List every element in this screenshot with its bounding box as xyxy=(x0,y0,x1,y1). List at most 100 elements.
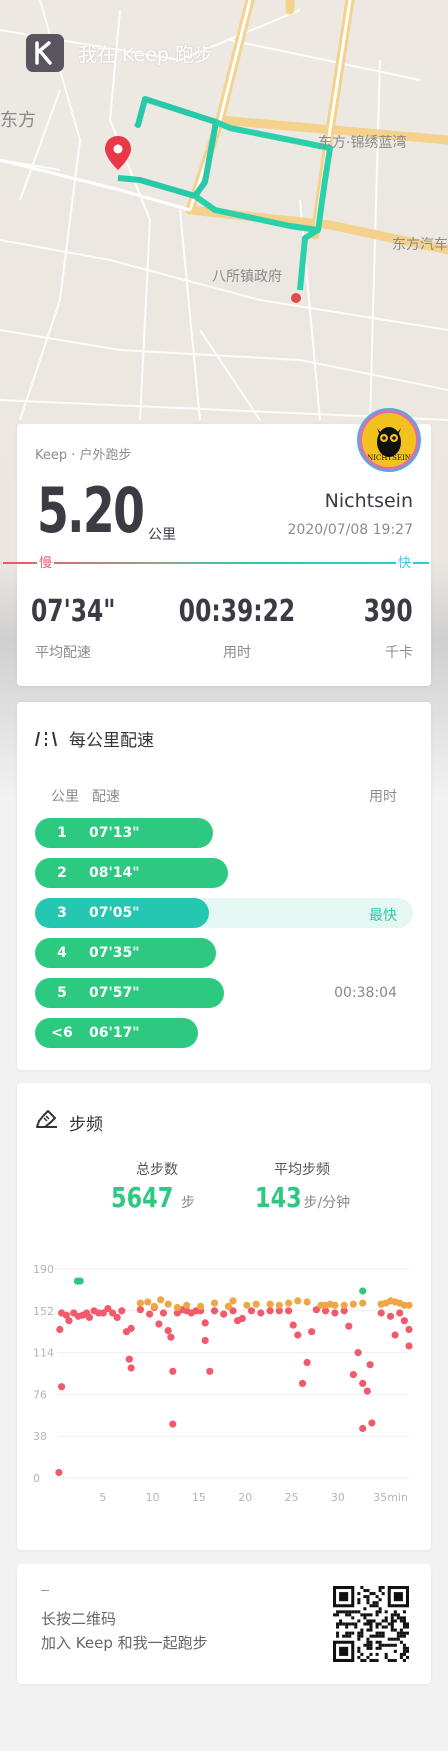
distance-value: 5.20 xyxy=(37,474,145,547)
brand-title: 我在 Keep 跑步 xyxy=(78,43,214,66)
cadence-point xyxy=(65,1317,73,1325)
cadence-point xyxy=(275,1301,283,1309)
total-steps-value: 5647 xyxy=(111,1181,174,1214)
cadence-point xyxy=(359,1299,367,1307)
pace-row[interactable]: 3 07'05" xyxy=(35,898,209,928)
cadence-point xyxy=(405,1325,413,1334)
cadence-point xyxy=(368,1419,376,1427)
cadence-point xyxy=(289,1321,297,1329)
avatar-text: NICHTSEIN xyxy=(367,454,411,462)
cadence-point xyxy=(210,1299,219,1307)
avatar[interactable]: NICHTSEIN xyxy=(359,410,419,470)
avg-pace-value: 07'34" xyxy=(31,594,116,629)
activity-type: Keep · 户外跑步 xyxy=(35,448,132,463)
pace-row-km: 1 xyxy=(57,825,67,841)
cadence-point xyxy=(169,1420,177,1428)
cadence-point xyxy=(396,1309,404,1317)
avg-cadence-unit: 步/分钟 xyxy=(303,1195,351,1211)
pace-per-km-card: 每公里配速 公里 配速 用时 1 07'13" 2 08'14" 3 07'05" 最快 4 0… xyxy=(17,702,431,1070)
cadence-point xyxy=(157,1296,165,1304)
cadence-point xyxy=(405,1342,413,1350)
total-steps-label: 总步数 xyxy=(136,1162,178,1178)
cadence-point xyxy=(76,1277,84,1285)
cadence-point xyxy=(206,1367,214,1375)
cadence-point xyxy=(113,1313,121,1321)
cadence-scatter-chart: 190 152 114 76 38 0 5 10 15 20 25 30 35min xyxy=(33,1263,413,1504)
cadence-point xyxy=(118,1307,126,1315)
cadence-point xyxy=(146,1310,154,1318)
col-km-header: 公里 xyxy=(51,789,79,805)
pace-row-value: 07'57" xyxy=(89,985,140,1001)
x-tick-label: 25 xyxy=(285,1491,299,1504)
pace-row-km: 3 xyxy=(57,905,67,921)
fast-label: 快 xyxy=(395,552,413,571)
cadence-point xyxy=(331,1301,339,1309)
cadence-point xyxy=(201,1319,209,1327)
pace-row-km: 4 xyxy=(57,945,67,961)
cadence-point xyxy=(243,1301,251,1309)
cadence-point xyxy=(285,1307,293,1315)
cadence-point xyxy=(127,1324,135,1332)
cadence-point xyxy=(247,1307,256,1315)
duration-value: 00:39:22 xyxy=(178,594,296,629)
cadence-point xyxy=(144,1298,152,1306)
avg-pace-label: 平均配速 xyxy=(35,645,91,661)
pace-row[interactable]: 2 08'14" xyxy=(35,858,228,888)
cadence-card: 步频 总步数 5647 步 平均步频 143 步/分钟 190 152 114 76 3… xyxy=(17,1083,431,1550)
cadence-point xyxy=(386,1312,395,1320)
cadence-point xyxy=(201,1336,209,1345)
cadence-point xyxy=(56,1325,64,1334)
map-label: 东方汽车 xyxy=(392,237,448,253)
avg-cadence-label: 平均步频 xyxy=(274,1162,330,1178)
qr-line-1: 长按二维码 xyxy=(41,1610,117,1628)
pace-gradient-bar xyxy=(3,562,429,564)
cadence-point xyxy=(345,1322,353,1330)
map-label: 东方 xyxy=(0,110,36,131)
qr-code[interactable] xyxy=(333,1586,409,1662)
cadence-point xyxy=(164,1327,172,1335)
cadence-point xyxy=(257,1309,265,1317)
cadence-point xyxy=(85,1313,93,1321)
y-tick-label: 114 xyxy=(33,1347,54,1360)
cadence-point xyxy=(55,1468,63,1477)
pace-row-value: 07'35" xyxy=(89,945,140,961)
cadence-point xyxy=(150,1302,158,1310)
cadence-point xyxy=(359,1287,367,1295)
y-tick-label: 0 xyxy=(33,1472,40,1485)
run-datetime: 2020/07/08 19:27 xyxy=(287,522,414,538)
distance-unit: 公里 xyxy=(148,527,176,543)
cadence-point xyxy=(331,1309,339,1317)
pace-row[interactable]: <6 06'17" xyxy=(35,1018,198,1048)
cadence-point xyxy=(294,1331,302,1339)
cadence-point xyxy=(308,1328,316,1336)
cadence-point xyxy=(285,1299,293,1307)
cadence-point xyxy=(167,1333,175,1341)
cadence-point xyxy=(294,1297,302,1305)
brand-header: 我在 Keep 跑步 xyxy=(26,34,213,72)
cadence-point xyxy=(238,1314,246,1323)
cadence-point xyxy=(159,1309,168,1317)
pace-row[interactable]: 5 07'57" xyxy=(35,978,224,1008)
duration-label: 用时 xyxy=(223,645,251,661)
map-label: 八所镇政府 xyxy=(212,269,282,285)
cadence-point xyxy=(197,1302,205,1310)
cadence-point xyxy=(125,1355,133,1363)
cadence-point xyxy=(363,1387,371,1395)
x-tick-label: 15 xyxy=(192,1491,206,1504)
cadence-point xyxy=(164,1300,172,1308)
cadence-point xyxy=(58,1383,66,1391)
cadence-point xyxy=(366,1361,374,1369)
pace-row-value: 07'05" xyxy=(89,905,140,921)
pace-row-km: 2 xyxy=(57,865,67,881)
x-tick-label: 10 xyxy=(146,1491,160,1504)
col-time-header: 用时 xyxy=(369,789,397,805)
cadence-point xyxy=(359,1424,367,1433)
pace-row-value: 07'13" xyxy=(89,825,140,841)
pace-section-title: 每公里配速 xyxy=(69,731,154,751)
pace-row-value: 08'14" xyxy=(89,865,140,881)
pace-row-km: 5 xyxy=(57,985,67,1001)
pace-row[interactable]: 1 07'13" xyxy=(35,818,213,848)
cadence-point xyxy=(155,1320,163,1328)
pace-row[interactable]: 4 07'35" xyxy=(35,938,216,968)
slow-label: 慢 xyxy=(37,552,55,571)
